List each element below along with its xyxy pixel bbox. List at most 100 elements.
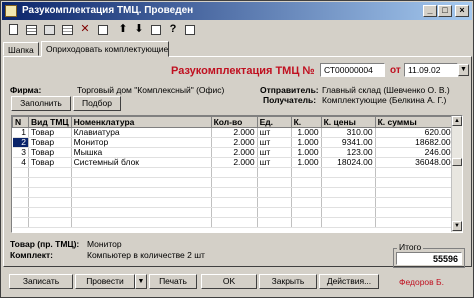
table-cell[interactable]: 1.000 — [291, 137, 322, 148]
column-header[interactable]: Кол-во — [210, 116, 258, 128]
table-empty-row — [12, 207, 454, 218]
minimize-button[interactable]: _ — [423, 5, 437, 17]
maximize-button[interactable]: □ — [438, 5, 452, 17]
sender-value[interactable]: Главный склад (Шевченко О. В.) — [322, 85, 450, 95]
ok-button[interactable]: OK — [201, 274, 257, 289]
column-header[interactable]: N — [12, 116, 29, 128]
user-name: Федоров Б. — [399, 277, 444, 287]
table-cell[interactable]: шт — [257, 157, 292, 168]
post-button[interactable]: Провести — [75, 274, 135, 289]
help-icon[interactable]: ? — [165, 22, 181, 38]
scroll-down-icon[interactable]: ▼ — [452, 221, 462, 231]
table-cell[interactable]: 2.000 — [211, 127, 258, 138]
save-icon[interactable] — [41, 22, 57, 38]
table-cell — [12, 207, 29, 218]
table-cell[interactable]: 310.00 — [321, 127, 376, 138]
table-cell — [12, 167, 29, 178]
table-cell[interactable]: Клавиатура — [71, 127, 212, 138]
close-button[interactable]: Закрыть — [259, 274, 317, 289]
new-doc-icon[interactable] — [5, 22, 21, 38]
title-bar[interactable]: Разукомплектация ТМЦ. Проведен _ □ × — [2, 2, 472, 20]
table-cell[interactable]: шт — [257, 137, 292, 148]
scroll-up-icon[interactable]: ▲ — [452, 116, 462, 126]
table-cell — [71, 167, 212, 178]
column-header[interactable]: Номенклатура — [70, 116, 212, 128]
table-cell[interactable]: 2 — [12, 137, 29, 148]
table-cell[interactable]: Монитор — [71, 137, 212, 148]
table-cell[interactable]: 2.000 — [211, 137, 258, 148]
recipient-value[interactable]: Комплектующие (Белкина А. Г.) — [322, 95, 446, 105]
calendar-dropdown-icon[interactable]: ▼ — [458, 64, 469, 76]
column-header[interactable]: К. — [290, 116, 322, 128]
table-row[interactable]: 3 Товар Мышка 2.000 шт 1.000 123.00 246.00 — [12, 147, 454, 158]
options-icon[interactable] — [182, 22, 198, 38]
delete-icon[interactable]: ✕ — [77, 22, 93, 38]
table-icon[interactable] — [23, 22, 39, 38]
record-button[interactable]: Записать — [9, 274, 73, 289]
doc-number-field[interactable]: СТ00000004 — [320, 63, 385, 77]
table-cell[interactable]: 18682.00 — [375, 137, 454, 148]
table-cell[interactable]: 1 — [12, 127, 29, 138]
firm-value[interactable]: Торговый дом "Комплексный" (Офис) — [77, 85, 224, 95]
tab-header[interactable]: Шапка — [3, 42, 39, 56]
table-cell[interactable]: 3 — [12, 147, 29, 158]
scroll-thumb[interactable] — [452, 158, 462, 166]
move-down-icon[interactable]: ⬇ — [131, 22, 147, 38]
table-row[interactable]: 1 Товар Клавиатура 2.000 шт 1.000 310.00 620.00 — [12, 127, 454, 138]
move-up-icon[interactable]: ⬆ — [115, 22, 131, 38]
table-cell — [71, 177, 212, 188]
column-header[interactable]: Вид ТМЦ — [28, 116, 72, 128]
table-cell — [291, 167, 322, 178]
table-cell[interactable]: 246.00 — [375, 147, 454, 158]
table-cell[interactable]: Товар — [28, 157, 72, 168]
column-header[interactable]: Ед. — [256, 116, 292, 128]
table-row[interactable]: 4 Товар Системный блок 2.000 шт 1.000 18024.00… — [12, 157, 454, 168]
table-cell — [291, 207, 322, 218]
sort-icon[interactable] — [148, 22, 164, 38]
table-cell[interactable]: 36048.00 — [375, 157, 454, 168]
table-cell[interactable]: 1.000 — [291, 127, 322, 138]
table-cell[interactable]: Товар — [28, 137, 72, 148]
structure-icon[interactable] — [95, 22, 111, 38]
date-label: от — [390, 65, 401, 76]
doc-date-field[interactable]: 11.09.02 — [404, 63, 458, 77]
table-cell[interactable]: 620.00 — [375, 127, 454, 138]
tab-components[interactable]: Оприходовать комплектующие — [41, 41, 169, 57]
table-cell[interactable]: 2.000 — [211, 157, 258, 168]
table-cell[interactable]: 2.000 — [211, 147, 258, 158]
table-cell[interactable]: шт — [257, 127, 292, 138]
post-dropdown-button[interactable]: ▼ — [135, 274, 147, 289]
items-table[interactable]: N Вид ТМЦ Номенклатура Кол-во Ед. К. К. … — [11, 115, 463, 233]
table-cell[interactable]: 4 — [12, 157, 29, 168]
print-preview-icon[interactable] — [59, 22, 75, 38]
select-button[interactable]: Подбор — [73, 96, 121, 111]
table-cell — [28, 187, 72, 198]
table-row[interactable]: 2 Товар Монитор 2.000 шт 1.000 9341.00 18682.00 — [12, 137, 454, 148]
table-empty-row — [12, 217, 454, 228]
close-window-button[interactable]: × — [455, 5, 469, 17]
table-header-row: N Вид ТМЦ Номенклатура Кол-во Ед. К. К. … — [12, 116, 454, 128]
table-cell — [321, 207, 376, 218]
table-cell[interactable]: Мышка — [71, 147, 212, 158]
table-cell[interactable]: Товар — [28, 127, 72, 138]
table-cell[interactable]: Системный блок — [71, 157, 212, 168]
table-scrollbar[interactable]: ▲ ▼ — [451, 116, 462, 232]
actions-button[interactable]: Действия... — [319, 274, 379, 289]
table-cell — [291, 177, 322, 188]
table-cell[interactable]: 9341.00 — [321, 137, 376, 148]
table-cell — [71, 217, 212, 228]
column-header[interactable]: К. цены — [320, 116, 376, 128]
table-cell[interactable]: 18024.00 — [321, 157, 376, 168]
print-button[interactable]: Печать — [149, 274, 197, 289]
table-cell — [291, 217, 322, 228]
fill-button[interactable]: Заполнить — [11, 96, 71, 111]
table-cell — [211, 167, 258, 178]
table-cell[interactable]: Товар — [28, 147, 72, 158]
column-header[interactable]: К. суммы — [374, 116, 454, 128]
table-cell[interactable]: 1.000 — [291, 147, 322, 158]
table-cell[interactable]: шт — [257, 147, 292, 158]
table-cell[interactable]: 123.00 — [321, 147, 376, 158]
table-cell[interactable]: 1.000 — [291, 157, 322, 168]
table-cell — [257, 167, 292, 178]
doc-title: Разукомплектация ТМЦ № — [171, 65, 315, 77]
